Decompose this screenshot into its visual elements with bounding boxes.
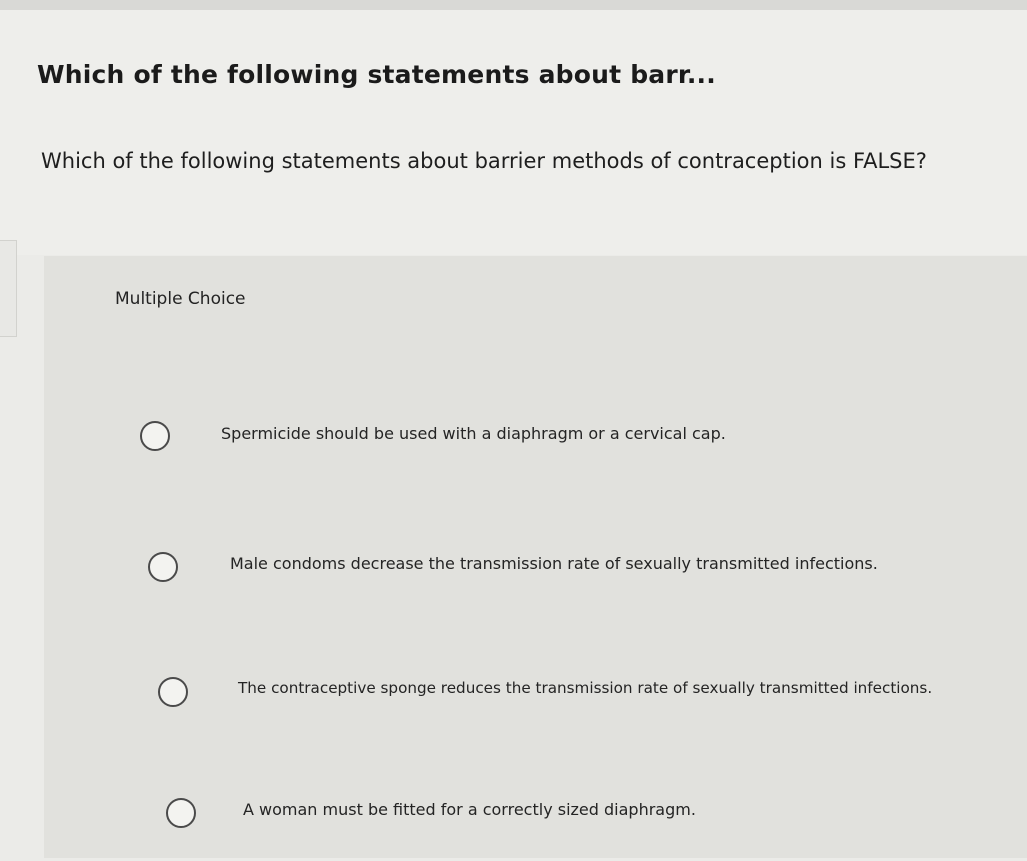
answer-option-label[interactable]: The contraceptive sponge reduces the tra… xyxy=(238,679,932,697)
radio-button-icon[interactable] xyxy=(166,798,196,828)
answer-option-label[interactable]: Spermicide should be used with a diaphra… xyxy=(221,424,726,443)
answer-option[interactable]: A woman must be fitted for a correctly s… xyxy=(44,741,1027,861)
multiple-choice-panel: Multiple Choice Spermicide should be use… xyxy=(44,256,1027,858)
answer-option[interactable]: Male condoms decrease the transmission r… xyxy=(44,496,1027,616)
radio-button-icon[interactable] xyxy=(148,552,178,582)
answer-option[interactable]: The contraceptive sponge reduces the tra… xyxy=(44,621,1027,741)
question-header xyxy=(0,10,1027,255)
question-title: Which of the following statements about … xyxy=(37,60,716,89)
radio-button-icon[interactable] xyxy=(158,677,188,707)
top-strip xyxy=(0,0,1027,10)
answer-option-label[interactable]: A woman must be fitted for a correctly s… xyxy=(243,800,696,819)
answer-option-label[interactable]: Male condoms decrease the transmission r… xyxy=(230,554,878,573)
radio-button-icon[interactable] xyxy=(140,421,170,451)
side-tab xyxy=(0,240,17,337)
question-text: Which of the following statements about … xyxy=(41,149,927,173)
multiple-choice-heading: Multiple Choice xyxy=(115,289,246,309)
answer-option[interactable]: Spermicide should be used with a diaphra… xyxy=(44,366,1027,486)
